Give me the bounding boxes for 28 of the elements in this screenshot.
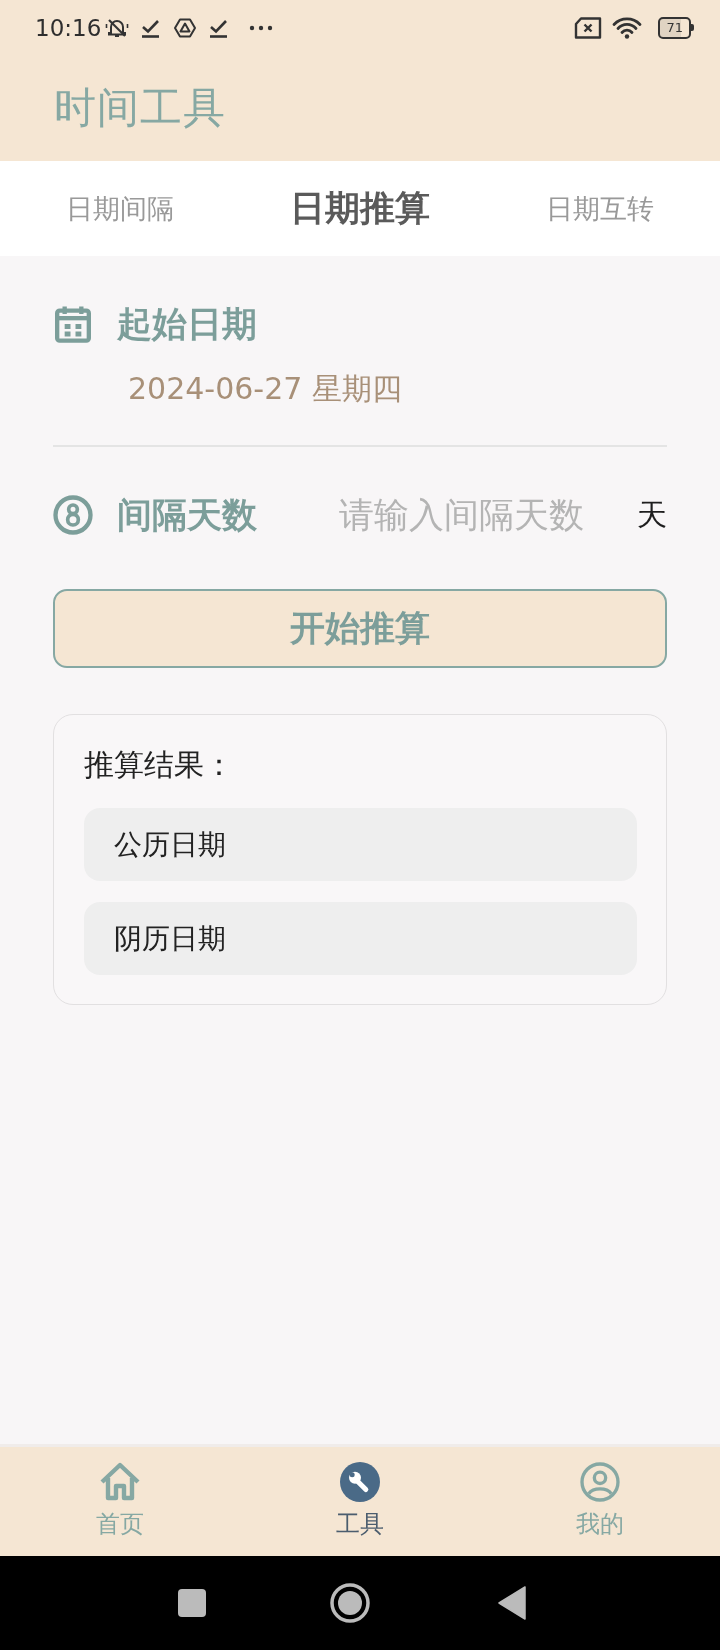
interval-days-input[interactable]: 请输入间隔天数 bbox=[339, 493, 607, 537]
tab[interactable]: 日期间隔 bbox=[62, 184, 178, 233]
battery-indicator: 71 bbox=[658, 16, 694, 39]
result-field: 公历日期 bbox=[84, 808, 637, 881]
wifi-icon bbox=[612, 15, 643, 40]
interval-days-label: 间隔天数 bbox=[117, 493, 257, 537]
result-field: 阴历日期 bbox=[84, 902, 637, 975]
bottom-nav-item[interactable]: 首页 bbox=[90, 1447, 150, 1556]
calendar-icon bbox=[53, 304, 93, 344]
bottom-nav-item[interactable]: 工具 bbox=[330, 1447, 390, 1556]
bottom-nav-item[interactable]: 我的 bbox=[570, 1447, 630, 1556]
sim-card-x-icon bbox=[574, 16, 603, 39]
start-date-label: 起始日期 bbox=[117, 302, 257, 346]
more-icon bbox=[249, 24, 274, 31]
wrench-icon bbox=[340, 1462, 380, 1502]
start-date-value[interactable]: 2024-06-27 星期四 bbox=[128, 369, 402, 410]
status-time: 10:16 bbox=[35, 14, 102, 41]
home-icon bbox=[100, 1462, 140, 1502]
tab[interactable]: 日期互转 bbox=[542, 184, 658, 233]
result-title: 推算结果： bbox=[84, 746, 234, 784]
app-title: 时间工具 bbox=[54, 82, 226, 134]
calculate-button[interactable]: 开始推算 bbox=[53, 589, 667, 668]
user-icon bbox=[580, 1462, 620, 1502]
home-button[interactable] bbox=[330, 1583, 370, 1623]
tab[interactable]: 日期推算 bbox=[286, 179, 434, 238]
unit-label: 天 bbox=[637, 495, 667, 534]
circled-eight-icon bbox=[53, 495, 93, 535]
back-button[interactable] bbox=[498, 1586, 526, 1620]
